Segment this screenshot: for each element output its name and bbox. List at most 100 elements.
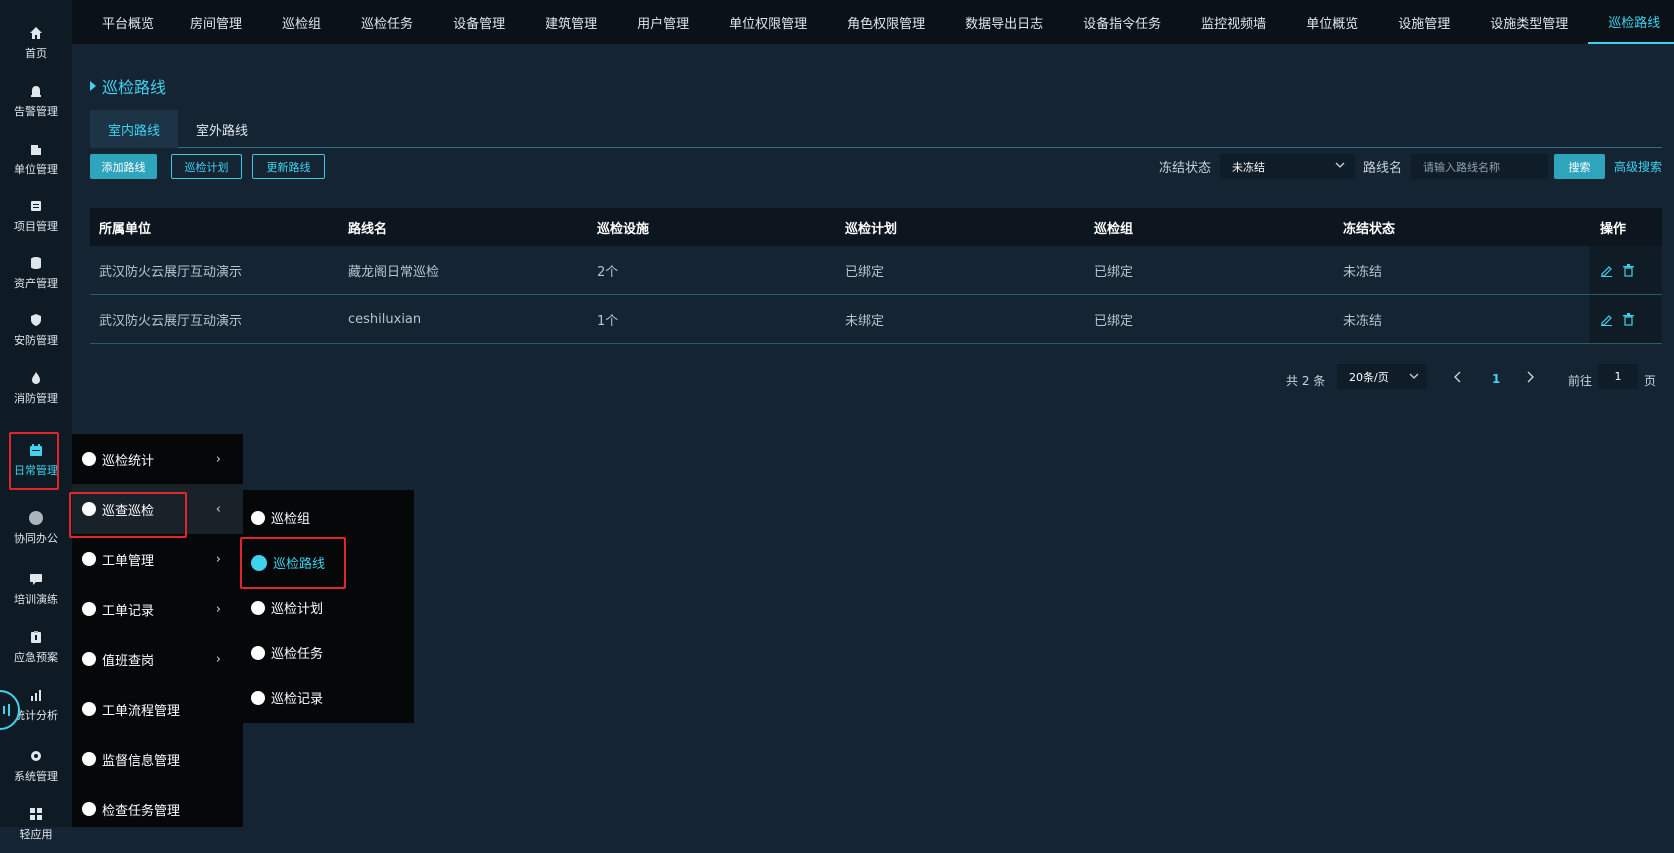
patrol-plan-button[interactable]: 巡检计划: [171, 154, 242, 179]
sidebar-item-asset[interactable]: 资产管理: [0, 244, 72, 302]
tab-facility-type[interactable]: 设施类型管理: [1470, 0, 1588, 44]
pagination-total: 共 2 条: [1286, 374, 1326, 388]
chevron-right-icon: ›: [215, 651, 221, 667]
sidebar-item-project[interactable]: 项目管理: [0, 187, 72, 245]
sidebar-item-security[interactable]: 安防管理: [0, 301, 72, 359]
highlight-box-patrol-inspection: [69, 492, 187, 538]
tab-patrol-route[interactable]: 巡检路线: [1588, 0, 1674, 44]
cell-facilities: 2个: [597, 264, 619, 280]
menu-patrol-plan[interactable]: 巡检计划: [243, 585, 414, 630]
sidebar-item-alarm[interactable]: 告警管理: [0, 72, 72, 130]
menu-label: 巡检计划: [271, 602, 324, 617]
menu-duty-check[interactable]: 值班查岗 ›: [72, 634, 243, 684]
sidebar-item-home[interactable]: 首页: [0, 14, 72, 72]
subtab-outdoor[interactable]: 室外路线: [178, 110, 266, 148]
home-icon: [28, 25, 44, 41]
menu-label: 工单管理: [102, 553, 155, 569]
sidebar-item-label: 培训演练: [14, 593, 58, 606]
folder-icon: [28, 198, 44, 214]
current-page[interactable]: 1: [1492, 372, 1500, 386]
table-row[interactable]: 武汉防火云展厅互动演示 藏龙阁日常巡检 2个 已绑定 已绑定 未冻结: [90, 246, 1662, 295]
tab-device[interactable]: 设备管理: [433, 0, 525, 44]
sidebar-item-label: 消防管理: [14, 392, 58, 405]
delete-icon[interactable]: [1622, 264, 1635, 277]
circle-icon: [82, 452, 96, 466]
chat-icon: [28, 571, 44, 587]
sidebar-item-collab[interactable]: 协同办公: [0, 499, 72, 557]
circle-icon: [82, 752, 96, 766]
cell-plan: 未绑定: [845, 313, 885, 329]
tab-room[interactable]: 房间管理: [174, 0, 262, 44]
menu-patrol-task[interactable]: 巡检任务: [243, 630, 414, 675]
chart-icon: [28, 687, 44, 703]
menu-label: 监督信息管理: [102, 753, 181, 769]
advanced-search-link[interactable]: 高级搜索: [1614, 154, 1662, 179]
menu-supervision[interactable]: 监督信息管理: [72, 734, 243, 784]
menu-work-record[interactable]: 工单记录 ›: [72, 584, 243, 634]
tab-patrol-task[interactable]: 巡检任务: [341, 0, 433, 44]
delete-icon[interactable]: [1622, 313, 1635, 326]
edit-icon[interactable]: [1600, 313, 1613, 326]
menu-patrol-stats[interactable]: 巡检统计 ›: [72, 434, 243, 484]
tab-user[interactable]: 用户管理: [617, 0, 709, 44]
sidebar-item-system[interactable]: 系统管理: [0, 737, 72, 795]
edit-icon[interactable]: [1600, 264, 1613, 277]
sidebar-item-unit[interactable]: 单位管理: [0, 130, 72, 188]
sidebar-item-emergency[interactable]: 应急预案: [0, 618, 72, 676]
sidebar-item-fire[interactable]: 消防管理: [0, 359, 72, 417]
cell-freeze: 未冻结: [1343, 264, 1383, 280]
tab-patrol-group[interactable]: 巡检组: [262, 0, 341, 44]
sidebar-item-training[interactable]: 培训演练: [0, 560, 72, 618]
tab-role-permission[interactable]: 角色权限管理: [827, 0, 945, 44]
header-unit: 所属单位: [99, 221, 152, 237]
chevron-down-icon: [1409, 371, 1419, 381]
highlight-box-patrol-route: [240, 537, 346, 589]
tab-export-log[interactable]: 数据导出日志: [945, 0, 1063, 44]
add-route-button[interactable]: 添加路线: [90, 154, 157, 179]
tab-unit-permission[interactable]: 单位权限管理: [709, 0, 827, 44]
circle-icon: [82, 602, 96, 616]
subtab-indoor[interactable]: 室内路线: [90, 110, 178, 148]
tab-facility[interactable]: 设施管理: [1378, 0, 1470, 44]
page-title: 巡检路线: [90, 74, 166, 98]
header-actions: 操作: [1600, 221, 1627, 237]
sidebar-item-label: 统计分析: [14, 709, 58, 722]
menu-patrol-record[interactable]: 巡检记录: [243, 675, 414, 720]
page-size-select[interactable]: 20条/页: [1337, 364, 1427, 389]
freeze-status-select[interactable]: 未冻结: [1220, 154, 1355, 179]
apps-icon: [28, 806, 44, 822]
prev-page-icon[interactable]: [1453, 371, 1463, 383]
sidebar: 首页 告警管理 单位管理 项目管理 资产管理 安防管理 消防管理 日常管理 协同…: [0, 0, 72, 841]
update-route-button[interactable]: 更新路线: [252, 154, 325, 179]
fire-icon: [28, 370, 44, 386]
route-name-input[interactable]: 请输入路线名称: [1411, 154, 1548, 179]
search-button[interactable]: 搜索: [1554, 154, 1605, 179]
circle-icon: [82, 652, 96, 666]
goto-page-input[interactable]: 1: [1598, 364, 1638, 389]
header-facilities: 巡检设施: [597, 221, 650, 237]
menu-patrol-group[interactable]: 巡检组: [243, 495, 414, 540]
cell-unit: 武汉防火云展厅互动演示: [99, 313, 243, 329]
tab-building[interactable]: 建筑管理: [525, 0, 617, 44]
sidebar-item-label: 系统管理: [14, 770, 58, 783]
tab-overview[interactable]: 平台概览: [72, 0, 174, 44]
menu-workflow[interactable]: 工单流程管理: [72, 684, 243, 734]
route-name-label: 路线名: [1363, 161, 1403, 176]
table-row[interactable]: 武汉防火云展厅互动演示 ceshiluxian 1个 未绑定 已绑定 未冻结: [90, 295, 1662, 344]
goto-label: 前往: [1568, 374, 1593, 388]
top-tabs: 平台概览 房间管理 巡检组 巡检任务 设备管理 建筑管理 用户管理 单位权限管理…: [72, 0, 1674, 44]
settings-icon: [28, 748, 44, 764]
next-page-icon[interactable]: [1525, 371, 1535, 383]
highlight-box-daily: [9, 432, 59, 490]
table-header: 所属单位 路线名 巡检设施 巡检计划 巡检组 冻结状态 操作: [90, 208, 1662, 246]
sidebar-item-label: 项目管理: [14, 220, 58, 233]
sidebar-item-apps[interactable]: 轻应用: [0, 795, 72, 853]
page-suffix: 页: [1644, 374, 1657, 388]
tab-device-command[interactable]: 设备指令任务: [1063, 0, 1181, 44]
tab-video-wall[interactable]: 监控视频墙: [1181, 0, 1286, 44]
tab-unit-overview[interactable]: 单位概览: [1286, 0, 1378, 44]
sidebar-item-label: 资产管理: [14, 277, 58, 290]
sidebar-item-label: 应急预案: [14, 651, 58, 664]
menu-work-order[interactable]: 工单管理 ›: [72, 534, 243, 584]
menu-label: 巡检任务: [271, 647, 324, 662]
